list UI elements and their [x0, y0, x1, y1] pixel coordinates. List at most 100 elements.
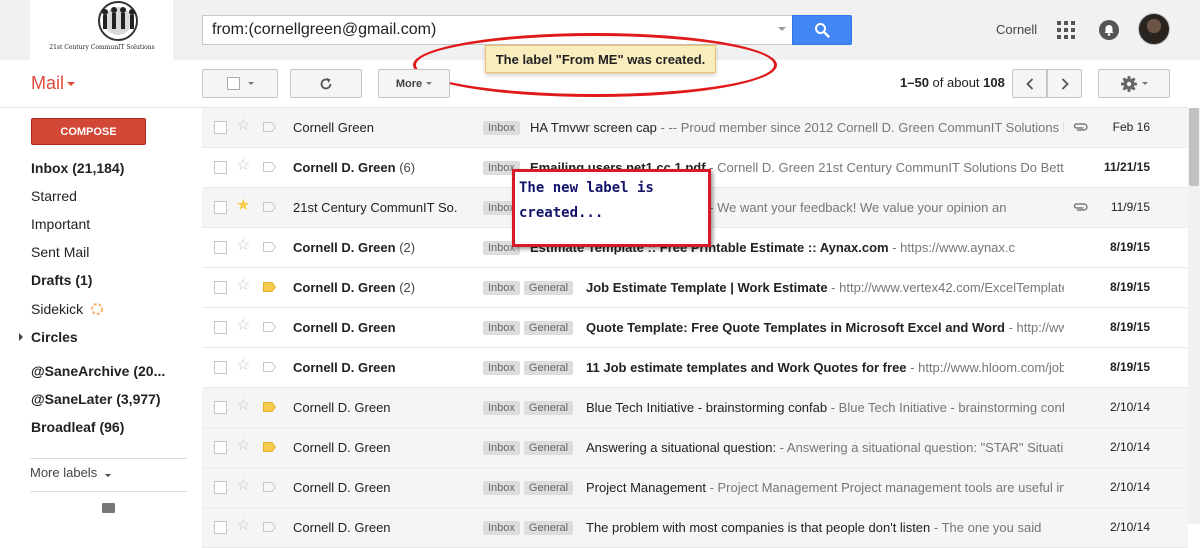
user-name-link[interactable]: Cornell [996, 22, 1037, 37]
table-row[interactable]: ☆ Cornell D. Green Inbox General Quote Templ… [202, 308, 1188, 348]
star-icon[interactable]: ☆ [236, 238, 250, 254]
more-labels-link[interactable]: More labels [30, 465, 111, 480]
table-row[interactable]: ☆ Cornell D. Green Inbox General Blue Tech I… [202, 388, 1188, 428]
star-icon[interactable]: ☆ [236, 398, 250, 414]
settings-button[interactable] [1098, 69, 1170, 98]
star-icon[interactable]: ☆ [236, 278, 250, 294]
star-icon[interactable]: ☆ [236, 358, 250, 374]
star-icon[interactable]: ☆ [236, 518, 250, 534]
sidebar-item-circles[interactable]: Circles [31, 329, 78, 345]
thread-count: (6) [395, 160, 416, 175]
label-chip[interactable]: Inbox [483, 321, 520, 335]
select-all-button[interactable] [202, 69, 278, 98]
search-options-chevron-icon[interactable] [778, 27, 786, 31]
importance-marker-icon[interactable] [263, 162, 276, 172]
avatar[interactable] [1138, 13, 1170, 45]
compose-button[interactable]: COMPOSE [31, 118, 146, 145]
star-icon[interactable]: ★ [236, 198, 250, 214]
row-checkbox[interactable] [214, 361, 227, 374]
row-checkbox[interactable] [214, 241, 227, 254]
star-icon[interactable]: ☆ [236, 438, 250, 454]
table-row[interactable]: ☆ Cornell D. Green Inbox General The problem… [202, 508, 1188, 548]
newer-button[interactable] [1012, 69, 1047, 98]
importance-marker-icon[interactable] [263, 282, 276, 292]
importance-marker-icon[interactable] [263, 362, 276, 372]
sidebar-item-broadleaf[interactable]: Broadleaf (96) [31, 419, 124, 435]
row-subject: Answering a situational question: - Answ… [586, 440, 1064, 455]
row-date: Feb 16 [1112, 120, 1150, 134]
importance-marker-icon[interactable] [263, 402, 276, 412]
mail-menu[interactable]: Mail [31, 73, 76, 94]
row-checkbox[interactable] [214, 401, 227, 414]
sidebar-item-important[interactable]: Important [31, 216, 90, 232]
label-chip[interactable]: General [523, 521, 574, 535]
row-checkbox[interactable] [214, 161, 227, 174]
label-chip[interactable]: General [523, 441, 574, 455]
star-icon[interactable]: ☆ [236, 318, 250, 334]
star-icon[interactable]: ☆ [236, 158, 250, 174]
sidebar-item-sanelater[interactable]: @SaneLater (3,977) [31, 391, 161, 407]
star-icon[interactable]: ☆ [236, 478, 250, 494]
label-chip[interactable]: Inbox [483, 401, 520, 415]
expand-arrow-icon[interactable] [19, 333, 23, 341]
older-button[interactable] [1047, 69, 1082, 98]
callout-line-1: The new label is [519, 180, 654, 196]
sidebar-item-sanearchive[interactable]: @SaneArchive (20... [31, 363, 165, 379]
search-box[interactable] [202, 15, 792, 45]
logo[interactable]: 21st Century CommunIT Solutions [30, 0, 173, 60]
importance-marker-icon[interactable] [263, 122, 276, 132]
label-chip[interactable]: General [523, 321, 574, 335]
star-icon[interactable]: ☆ [236, 118, 250, 134]
importance-marker-icon[interactable] [263, 242, 276, 252]
row-checkbox[interactable] [214, 321, 227, 334]
importance-marker-icon[interactable] [263, 322, 276, 332]
row-checkbox[interactable] [214, 521, 227, 534]
importance-marker-icon[interactable] [263, 442, 276, 452]
label-chip[interactable]: Inbox [483, 521, 520, 535]
apps-grid-icon[interactable] [1057, 21, 1075, 39]
label-chip[interactable]: General [523, 281, 574, 295]
sidebar-item-sent-mail[interactable]: Sent Mail [31, 244, 89, 260]
annotation-callout: The new label is created... [512, 169, 711, 247]
label-chip[interactable]: Inbox [483, 481, 520, 495]
row-checkbox[interactable] [214, 201, 227, 214]
refresh-button[interactable] [290, 69, 362, 98]
row-checkbox[interactable] [214, 121, 227, 134]
pager-total: 108 [983, 75, 1005, 90]
label-chip[interactable]: Inbox [483, 441, 520, 455]
importance-marker-icon[interactable] [263, 202, 276, 212]
label-chip[interactable]: General [523, 361, 574, 375]
more-button[interactable]: More [378, 69, 450, 98]
row-checkbox[interactable] [214, 281, 227, 294]
label-chip[interactable]: Inbox [483, 281, 520, 295]
more-labels-label: More labels [30, 465, 98, 480]
notifications-bell-icon[interactable] [1099, 20, 1119, 40]
sender-name: Cornell Green [293, 120, 374, 135]
sidebar-item-inbox[interactable]: Inbox (21,184) [31, 160, 124, 176]
table-row[interactable]: ☆ Cornell Green Inbox HA Tmvwr screen cap -… [202, 108, 1188, 148]
sender-name: Cornell D. Green [293, 320, 396, 335]
importance-marker-icon[interactable] [263, 482, 276, 492]
search-button[interactable] [792, 15, 852, 45]
sidebar-item-drafts[interactable]: Drafts (1) [31, 272, 92, 288]
sender-name: Cornell D. Green [293, 400, 391, 415]
table-row[interactable]: ☆ Cornell D. Green Inbox General 11 Job esti… [202, 348, 1188, 388]
label-chip[interactable]: Inbox [483, 361, 520, 375]
chevron-down-icon [1142, 82, 1148, 85]
checkbox-icon [226, 77, 240, 90]
table-row[interactable]: ☆ Cornell D. Green (2) Inbox General Job Est… [202, 268, 1188, 308]
sidebar-item-sidekick[interactable]: Sidekick [31, 301, 104, 317]
row-checkbox[interactable] [214, 441, 227, 454]
row-checkbox[interactable] [214, 481, 227, 494]
sidebar-item-starred[interactable]: Starred [31, 188, 77, 204]
label-chip[interactable]: General [523, 481, 574, 495]
label-chip[interactable]: General [523, 401, 574, 415]
scrollbar-thumb[interactable] [1189, 108, 1199, 186]
chat-icon[interactable] [102, 503, 115, 513]
sender-name: Cornell D. Green [293, 520, 391, 535]
table-row[interactable]: ☆ Cornell D. Green Inbox General Answering a… [202, 428, 1188, 468]
table-row[interactable]: ☆ Cornell D. Green Inbox General Project Man… [202, 468, 1188, 508]
label-chip[interactable]: Inbox [483, 121, 520, 135]
sender-name: Cornell D. Green [293, 360, 396, 375]
search-input[interactable] [203, 16, 763, 44]
